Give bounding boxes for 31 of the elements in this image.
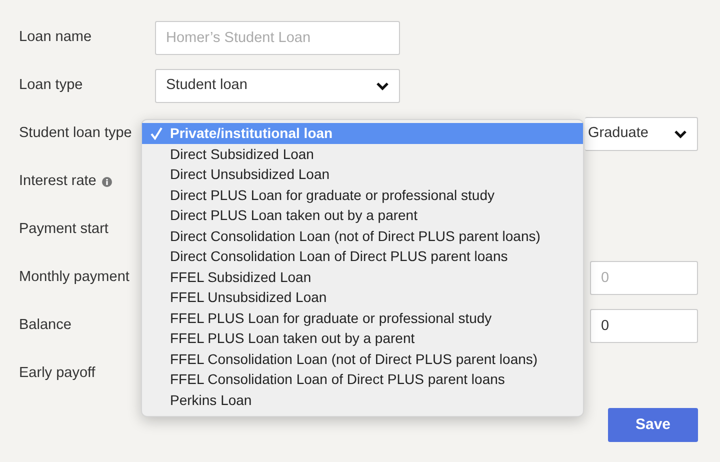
select-field[interactable]: Student loan: [155, 69, 400, 103]
field-label: Student loan type: [19, 124, 133, 144]
menu-option[interactable]: Perkins Loan: [142, 390, 583, 410]
number-field[interactable]: 0: [590, 261, 698, 295]
check-icon: [150, 127, 163, 140]
menu-option[interactable]: FFEL Consolidation Loan (not of Direct PLUS parent loans): [142, 348, 583, 369]
field-label: Loan type: [19, 76, 84, 96]
caret-icon: [674, 130, 687, 138]
menu-option[interactable]: FFEL Consolidation Loan of Direct PLUS parent loans: [142, 369, 583, 390]
info-icon[interactable]: [102, 177, 112, 187]
menu-option[interactable]: Direct Consolidation Loan (not of Direct PLUS parent loans): [142, 226, 583, 246]
field-label: Balance: [19, 316, 72, 336]
menu-option[interactable]: Direct PLUS Loan taken out by a parent: [142, 205, 583, 226]
menu-option[interactable]: Direct Consolidation Loan of Direct PLUS parent loans: [142, 246, 583, 266]
number-field[interactable]: 0: [590, 309, 698, 343]
caret-icon: [376, 82, 389, 90]
field-label: Early payoff: [19, 364, 96, 384]
field-label: Payment start: [19, 220, 110, 240]
field-label: Loan name: [19, 28, 93, 48]
menu-option[interactable]: Direct Subsidized Loan: [142, 144, 583, 164]
menu-option[interactable]: FFEL Unsubsidized Loan: [142, 287, 583, 308]
field-label: Interest rate: [19, 172, 96, 192]
menu-option[interactable]: FFEL PLUS Loan taken out by a parent: [142, 328, 583, 348]
menu-option[interactable]: FFEL Subsidized Loan: [142, 266, 583, 287]
menu-option[interactable]: FFEL PLUS Loan for graduate or professional study: [142, 308, 583, 328]
field-label: Monthly payment: [19, 268, 130, 288]
text-field[interactable]: Homer’s Student Loan: [155, 21, 400, 55]
select-field[interactable]: Graduate: [585, 117, 698, 151]
menu-option[interactable]: Direct Unsubsidized Loan: [142, 164, 583, 184]
save-button[interactable]: Save: [608, 408, 698, 442]
menu-option[interactable]: Direct PLUS Loan for graduate or professional study: [142, 184, 583, 205]
